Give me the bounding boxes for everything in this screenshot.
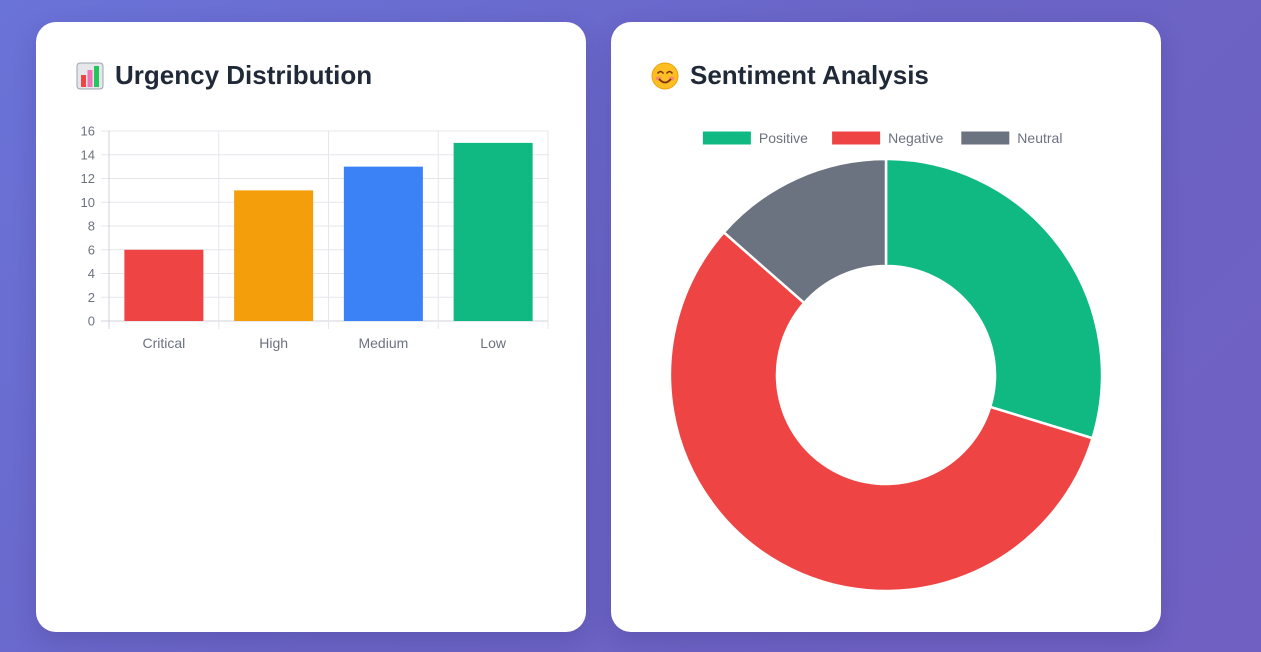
urgency-bar-chart: 0 2 4 6 8 10 12 14 16 Critical High Medium Low xyxy=(81,124,549,351)
bar-critical xyxy=(124,249,204,321)
urgency-card: Urgency Distribution 0 2 4 6 8 10 12 14 16 Critic… xyxy=(36,22,586,632)
y-tick-label: 10 xyxy=(81,195,95,210)
legend-label-neutral: Neutral xyxy=(1017,130,1062,146)
legend-label-positive: Positive xyxy=(759,130,808,146)
slice-positive xyxy=(884,157,1104,440)
bar-high xyxy=(234,190,314,321)
y-tick-label: 4 xyxy=(88,266,95,281)
y-tick-label: 2 xyxy=(88,290,95,305)
y-tick-label: 12 xyxy=(81,171,95,186)
x-tick-label: Critical xyxy=(142,335,185,351)
bar-medium xyxy=(343,166,423,321)
y-tick-label: 14 xyxy=(81,147,95,162)
legend-swatch-neutral xyxy=(961,131,1010,145)
bar-low xyxy=(453,142,533,321)
sentiment-card: Sentiment Analysis Positive Negative Neutr… xyxy=(611,22,1161,632)
y-tick-label: 6 xyxy=(88,242,95,257)
y-tick-label: 8 xyxy=(88,219,95,234)
legend-swatch-negative xyxy=(832,131,881,145)
legend-swatch-positive xyxy=(702,131,751,145)
x-tick-label: Medium xyxy=(358,335,408,351)
y-tick-label: 0 xyxy=(88,314,95,329)
x-tick-label: Low xyxy=(480,335,507,351)
legend-label-negative: Negative xyxy=(888,130,943,146)
x-tick-label: High xyxy=(259,335,288,351)
y-tick-label: 16 xyxy=(81,124,95,139)
sentiment-doughnut-chart: Positive Negative Neutral xyxy=(668,130,1104,593)
